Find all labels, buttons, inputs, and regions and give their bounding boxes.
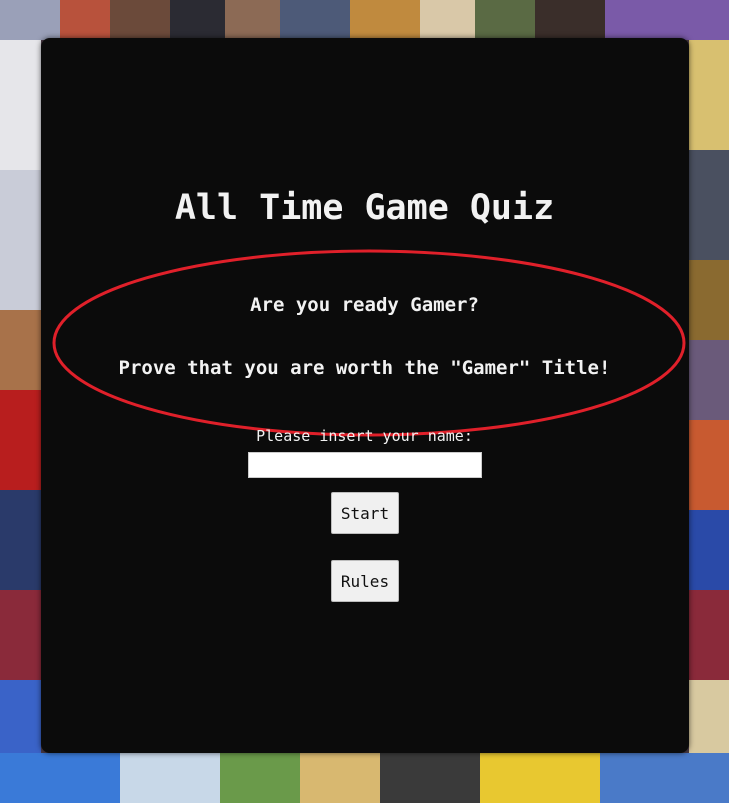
- quiz-card: [41, 38, 689, 753]
- intro-question: Are you ready Gamer?: [250, 294, 479, 316]
- name-input[interactable]: [248, 452, 482, 478]
- name-label: Please insert your name:: [256, 427, 473, 445]
- quiz-title: All Time Game Quiz: [174, 188, 555, 228]
- start-button[interactable]: Start: [331, 492, 399, 534]
- rules-button[interactable]: Rules: [331, 560, 399, 602]
- intro-challenge: Prove that you are worth the "Gamer" Tit…: [118, 357, 611, 379]
